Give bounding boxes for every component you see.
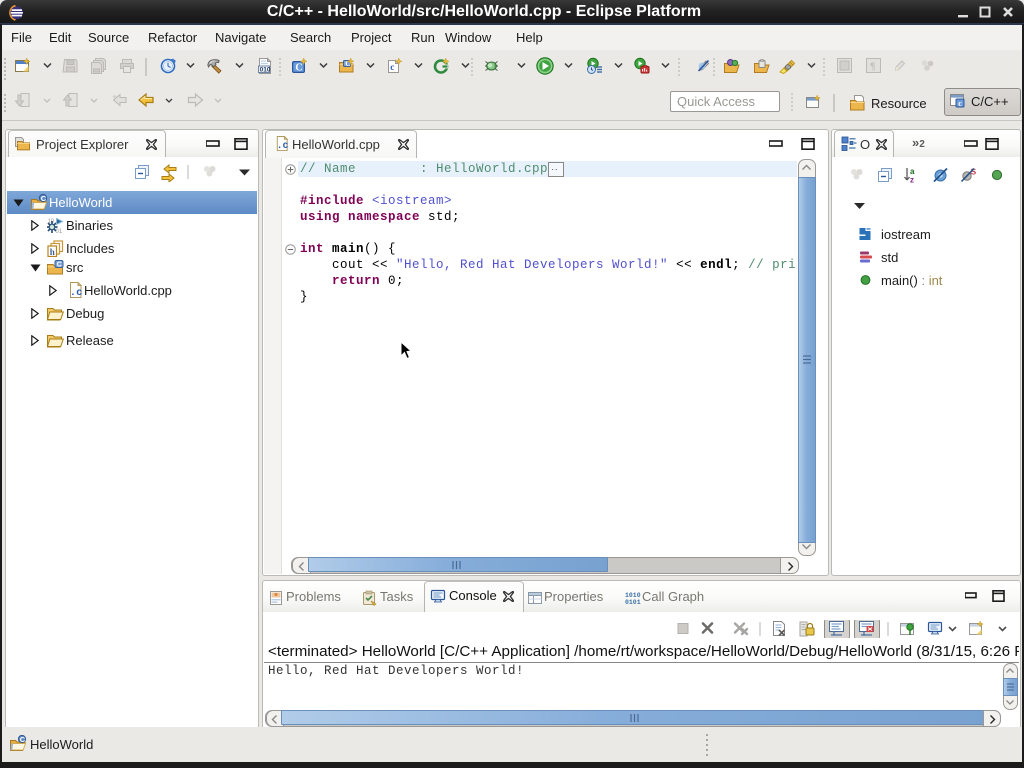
svg-text:C: C	[41, 194, 47, 203]
svg-text:010: 010	[260, 66, 271, 73]
svg-text:.c: .c	[70, 287, 83, 299]
svg-text:C: C	[20, 735, 26, 744]
svg-text:C: C	[57, 262, 62, 269]
svg-text:1010: 1010	[625, 592, 641, 599]
svg-text:C: C	[295, 63, 302, 74]
svg-text:0101: 0101	[625, 599, 641, 606]
svg-text:c: c	[390, 62, 394, 72]
svg-text:c: c	[958, 99, 962, 108]
svg-text:z: z	[910, 176, 914, 185]
svg-text:.c: .c	[277, 140, 289, 151]
svg-text:¶: ¶	[870, 62, 875, 73]
svg-text:01: 01	[56, 229, 63, 234]
